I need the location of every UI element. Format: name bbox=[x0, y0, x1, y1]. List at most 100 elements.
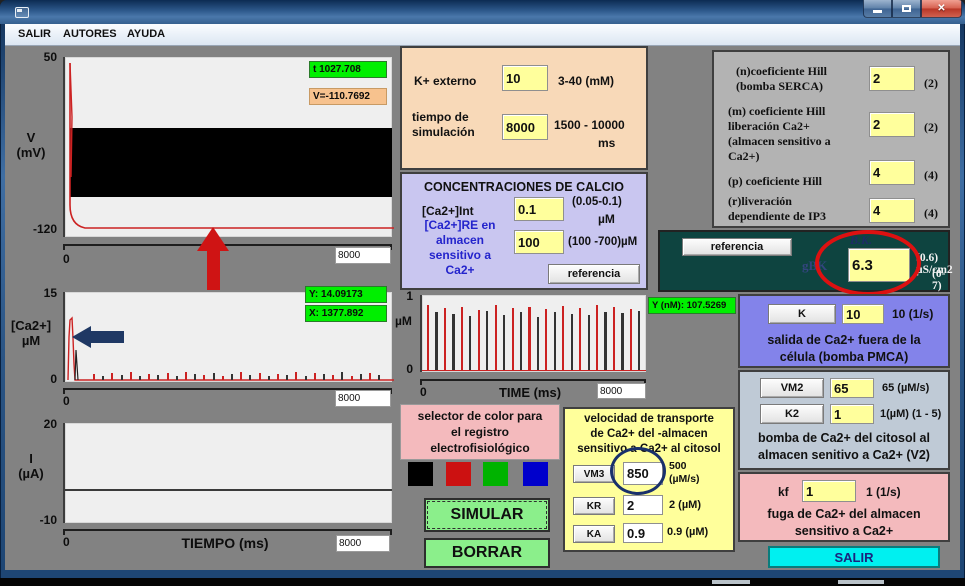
hill-m-label: (m) coeficiente Hill liberación Ca2+ (al… bbox=[728, 104, 831, 164]
ca-xmax-input[interactable] bbox=[335, 390, 391, 407]
k-externo-range: 3-40 (mM) bbox=[558, 74, 614, 88]
mid-datatip: Y (nM): 107.5269 bbox=[648, 297, 736, 314]
mid-baseline bbox=[422, 370, 646, 372]
menu-salir[interactable]: SALIR bbox=[18, 28, 51, 40]
pmca-desc: salida de Ca2+ fuera de la célula (bomba… bbox=[740, 332, 948, 366]
ca-int-label: [Ca2+]Int bbox=[422, 204, 474, 218]
ca-re-label: [Ca2+]RE en almacen sensitivo a Ca2+ bbox=[410, 218, 510, 278]
v-xmax-input[interactable] bbox=[335, 247, 391, 264]
i-xmax-input[interactable] bbox=[336, 535, 390, 552]
gbk-range2: (0-7) bbox=[932, 268, 948, 292]
window-icon bbox=[15, 7, 29, 18]
kf-label: kf bbox=[778, 485, 789, 499]
red-circle-annotation bbox=[815, 230, 921, 296]
i-trace bbox=[65, 489, 392, 491]
k2-input[interactable] bbox=[830, 404, 874, 424]
ka-button[interactable]: KA bbox=[573, 525, 615, 543]
calcium-title: CONCENTRACIONES DE CALCIO bbox=[402, 180, 646, 194]
pmca-k-input[interactable] bbox=[842, 304, 884, 324]
kf-input[interactable] bbox=[802, 480, 856, 502]
minimize-button[interactable] bbox=[863, 0, 892, 18]
mid-ymin-tick: 0 bbox=[403, 362, 413, 376]
calcium-reference-button[interactable]: referencia bbox=[548, 264, 640, 284]
pmca-range: 10 (1/s) bbox=[892, 307, 933, 321]
title-bar: ✕ bbox=[0, 0, 965, 24]
ca-x-datatip: X: 1377.892 bbox=[305, 305, 387, 322]
sim-time-unit: ms bbox=[598, 136, 615, 150]
taskbar-chip bbox=[838, 580, 884, 584]
blue-left-arrow-annotation bbox=[72, 326, 124, 348]
i-ymax-tick: 20 bbox=[33, 417, 57, 431]
hill-p-input[interactable] bbox=[869, 160, 915, 185]
color-selector-panel: selector de color para el registro elect… bbox=[400, 404, 560, 460]
client-area: 50 -120 V (mV) t 1027.708 V=-110.7692 0 … bbox=[5, 46, 960, 570]
ca-re-input[interactable] bbox=[514, 230, 564, 254]
i-plot[interactable] bbox=[63, 423, 392, 523]
ka-input[interactable] bbox=[623, 523, 663, 543]
minimize-icon bbox=[873, 10, 882, 13]
i-axis-label: I (µA) bbox=[5, 451, 57, 481]
exit-button[interactable]: SALIR bbox=[768, 546, 940, 568]
v-ymin-tick: -120 bbox=[13, 222, 57, 236]
v-value-datatip: V=-110.7692 bbox=[309, 88, 387, 105]
hill-n-input[interactable] bbox=[869, 66, 915, 91]
k2-range: 1(µM) (1 - 5) bbox=[880, 408, 941, 420]
ca-int-unit: µM bbox=[598, 212, 615, 226]
mid-x0: 0 bbox=[420, 385, 427, 399]
hill-n-label: (n)coeficiente Hill (bomba SERCA) bbox=[736, 64, 827, 94]
ca-y-datatip: Y: 14.09173 bbox=[305, 286, 387, 303]
color-swatch-black[interactable] bbox=[408, 462, 433, 486]
vm3-button[interactable]: VM3 bbox=[573, 465, 615, 483]
menu-ayuda[interactable]: AYUDA bbox=[127, 28, 165, 40]
pmca-k-button[interactable]: K bbox=[768, 304, 836, 324]
vm2-button[interactable]: VM2 bbox=[760, 378, 824, 398]
maximize-icon bbox=[902, 5, 911, 12]
gbk-reference-button[interactable]: referencia bbox=[682, 238, 792, 256]
color-swatch-green[interactable] bbox=[483, 462, 508, 486]
hill-p-default: (4) bbox=[924, 168, 938, 183]
color-swatch-red[interactable] bbox=[446, 462, 471, 486]
ca-ymin-tick: 0 bbox=[41, 372, 57, 386]
mid-xmax-input[interactable] bbox=[597, 383, 646, 399]
kr-range: 2 (µM) bbox=[669, 499, 701, 511]
v-plot[interactable]: t 1027.708 V=-110.7692 bbox=[63, 57, 392, 237]
hill-r-label: (r)liveración dependiente de IP3 bbox=[728, 194, 826, 224]
color-selector-title: selector de color para el registro elect… bbox=[401, 408, 559, 456]
hill-r-input[interactable] bbox=[869, 198, 915, 223]
hill-n-default: (2) bbox=[924, 76, 938, 91]
menu-autores[interactable]: AUTORES bbox=[63, 28, 117, 40]
kr-button[interactable]: KR bbox=[573, 497, 615, 515]
hill-p-label: (p) coeficiente Hill bbox=[728, 174, 822, 189]
hill-m-default: (2) bbox=[924, 120, 938, 135]
bottom-edge bbox=[0, 578, 965, 586]
sim-time-range: 1500 - 10000 bbox=[554, 118, 625, 132]
ca-int-input[interactable] bbox=[514, 197, 564, 221]
kf-panel: kf 1 (1/s) fuga de Ca2+ del almacen sens… bbox=[738, 472, 950, 542]
k2-button[interactable]: K2 bbox=[760, 404, 824, 424]
maximize-button[interactable] bbox=[892, 0, 921, 18]
v-axis-label: V (mV) bbox=[7, 130, 55, 160]
v-x0: 0 bbox=[63, 252, 70, 266]
ca-axis-label: [Ca2+] µM bbox=[5, 318, 57, 348]
taskbar-chip bbox=[712, 580, 750, 584]
vm2-input[interactable] bbox=[830, 378, 874, 398]
red-up-arrow-annotation bbox=[197, 227, 229, 290]
k-externo-input[interactable] bbox=[502, 65, 548, 91]
clear-button[interactable]: BORRAR bbox=[424, 538, 550, 568]
close-button[interactable]: ✕ bbox=[921, 0, 962, 18]
simulate-button[interactable]: SIMULAR bbox=[424, 498, 550, 532]
i-ymin-tick: -10 bbox=[25, 513, 57, 527]
i-x0: 0 bbox=[63, 535, 70, 549]
hill-m-input[interactable] bbox=[869, 112, 915, 137]
k-externo-label: K+ externo bbox=[414, 74, 476, 88]
sim-time-label: tiempo de simulación bbox=[412, 110, 475, 140]
color-swatch-blue[interactable] bbox=[523, 462, 548, 486]
ca-re-range: (100 -700)µM bbox=[568, 236, 637, 248]
mid-plot[interactable] bbox=[420, 295, 646, 372]
kr-input[interactable] bbox=[623, 495, 663, 515]
blue-circle-annotation bbox=[610, 447, 666, 495]
close-icon: ✕ bbox=[937, 3, 945, 14]
v-trace bbox=[65, 57, 394, 237]
menu-bar: SALIR AUTORES AYUDA bbox=[5, 24, 960, 46]
sim-time-input[interactable] bbox=[502, 114, 548, 140]
